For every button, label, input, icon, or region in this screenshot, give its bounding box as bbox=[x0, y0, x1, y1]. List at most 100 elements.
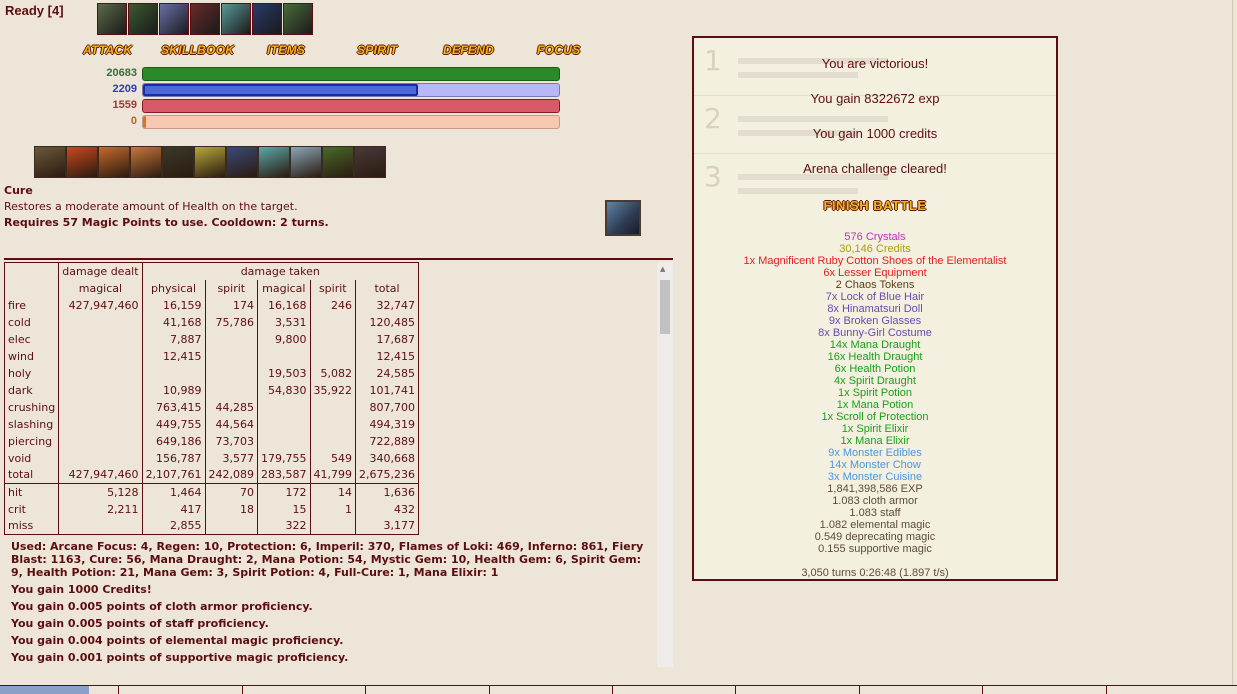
battle-log-used: Used: Arcane Focus: 4, Regen: 10, Protec… bbox=[11, 540, 644, 579]
table-cell: 2,211 bbox=[58, 500, 143, 518]
scroll-up-icon[interactable]: ▲ bbox=[660, 265, 665, 273]
skill-11-icon[interactable] bbox=[354, 146, 386, 178]
skill-8-icon[interactable] bbox=[258, 146, 290, 178]
skill-7-icon[interactable] bbox=[226, 146, 258, 178]
effect-6-icon[interactable] bbox=[252, 3, 282, 35]
log-line: You gain 0.005 points of staff proficien… bbox=[11, 617, 269, 630]
table-cell bbox=[58, 330, 143, 348]
skill-9-icon[interactable] bbox=[290, 146, 322, 178]
row-label: crit bbox=[3, 500, 59, 518]
table-cell: 649,186 bbox=[141, 432, 206, 450]
table-cell bbox=[257, 432, 311, 450]
loot-item: 0.155 supportive magic bbox=[818, 543, 932, 555]
finish-battle-button[interactable]: FINISH BATTLE bbox=[694, 198, 1056, 213]
skill-name: Cure bbox=[4, 184, 33, 197]
menu-items-button[interactable]: ITEMS bbox=[267, 43, 305, 57]
effect-4-icon[interactable] bbox=[190, 3, 220, 35]
table-cell: 41,799 bbox=[309, 466, 356, 484]
skill-5-icon[interactable] bbox=[162, 146, 194, 178]
table-cell: 70 bbox=[204, 483, 258, 501]
row-label: wind bbox=[3, 347, 59, 365]
row-label: piercing bbox=[3, 432, 59, 450]
loot-item: 3x Monster Cuisine bbox=[827, 471, 923, 483]
table-cell bbox=[309, 330, 356, 348]
table-row: piercing 649,186 73,703 722,889 bbox=[3, 432, 420, 450]
loot-item: 1x Spirit Potion bbox=[838, 387, 912, 399]
table-cell: 3,531 bbox=[257, 313, 311, 331]
skill-4-icon[interactable] bbox=[130, 146, 162, 178]
table-cell bbox=[257, 347, 311, 365]
menu-defend-button[interactable]: DEFEND bbox=[443, 43, 494, 57]
skill-description: Restores a moderate amount of Health on … bbox=[4, 200, 298, 213]
table-cell bbox=[58, 432, 143, 450]
skill-2-icon[interactable] bbox=[66, 146, 98, 178]
row-label: slashing bbox=[3, 415, 59, 433]
log-line: You gain 0.004 points of elemental magic… bbox=[11, 634, 344, 647]
bottom-tab[interactable] bbox=[0, 686, 89, 694]
table-cell: 15 bbox=[257, 500, 311, 518]
loot-item: 6x Lesser Equipment bbox=[823, 267, 927, 279]
row-label: dark bbox=[3, 381, 59, 399]
bottom-tab[interactable] bbox=[612, 686, 613, 694]
table-cell bbox=[58, 381, 143, 399]
table-row: void 156,787 3,577 179,755 549 340,668 bbox=[3, 449, 420, 467]
bottom-tab[interactable] bbox=[118, 686, 119, 694]
menu-attack-button[interactable]: ATTACK bbox=[83, 43, 132, 57]
skill-1-icon[interactable] bbox=[34, 146, 66, 178]
sub-header: total bbox=[355, 279, 420, 297]
table-cell: 807,700 bbox=[355, 398, 420, 416]
table-cell bbox=[257, 415, 311, 433]
row-label: fire bbox=[3, 296, 59, 314]
table-row: crit 2,211 417 18 15 1 432 bbox=[3, 500, 420, 518]
effect-2-icon[interactable] bbox=[128, 3, 158, 35]
loot-item: 1x Mana Elixir bbox=[840, 435, 910, 447]
loot-item: 0.549 deprecating magic bbox=[814, 531, 936, 543]
vital-bar-fill bbox=[143, 84, 418, 96]
table-row: cold 41,168 75,786 3,531 120,485 bbox=[3, 313, 420, 331]
loot-item: 1.083 staff bbox=[849, 507, 901, 519]
sub-header: spirit bbox=[309, 279, 356, 297]
menu-spirit-button[interactable]: SPIRIT bbox=[357, 43, 397, 57]
table-row: crushing 763,415 44,285 807,700 bbox=[3, 398, 420, 416]
loot-item: 1x Mana Potion bbox=[836, 399, 914, 411]
skill-6-icon[interactable] bbox=[194, 146, 226, 178]
table-cell: 246 bbox=[309, 296, 356, 314]
table-row: hit 5,128 1,464 70 172 14 1,636 bbox=[3, 483, 420, 501]
menu-skillbook-button[interactable]: SKILLBOOK bbox=[161, 43, 234, 57]
table-cell: 427,947,460 bbox=[58, 466, 143, 484]
effect-1-icon[interactable] bbox=[97, 3, 127, 35]
skill-10-icon[interactable] bbox=[322, 146, 354, 178]
bottom-tab[interactable] bbox=[1106, 686, 1107, 694]
table-cell bbox=[58, 347, 143, 365]
effect-7-icon[interactable] bbox=[283, 3, 313, 35]
table-cell: 19,503 bbox=[257, 364, 311, 382]
loot-item: 2 Chaos Tokens bbox=[835, 279, 915, 291]
sub-header: magical bbox=[257, 279, 311, 297]
menu-focus-button[interactable]: FOCUS bbox=[537, 43, 581, 57]
table-cell bbox=[309, 415, 356, 433]
bottom-tab[interactable] bbox=[859, 686, 860, 694]
row-label: holy bbox=[3, 364, 59, 382]
bottom-tab[interactable] bbox=[982, 686, 983, 694]
bottom-tab[interactable] bbox=[242, 686, 243, 694]
effect-3-icon[interactable] bbox=[159, 3, 189, 35]
log-line: You gain 0.001 points of supportive magi… bbox=[11, 651, 349, 664]
table-cell: 18 bbox=[204, 500, 258, 518]
loot-item: 1,841,398,586 EXP bbox=[827, 483, 923, 495]
loot-item: 16x Health Draught bbox=[827, 351, 923, 363]
skill-requirement: Requires 57 Magic Points to use. Cooldow… bbox=[4, 216, 329, 229]
bottom-tab[interactable] bbox=[735, 686, 736, 694]
table-cell: 73,703 bbox=[204, 432, 258, 450]
table-cell: 2,855 bbox=[141, 517, 206, 535]
bottom-tab[interactable] bbox=[365, 686, 366, 694]
skill-3-icon[interactable] bbox=[98, 146, 130, 178]
effect-5-icon[interactable] bbox=[221, 3, 251, 35]
row-label: void bbox=[3, 449, 59, 467]
bottom-tab[interactable] bbox=[489, 686, 490, 694]
selected-skill-icon[interactable] bbox=[605, 200, 641, 236]
vital-bar-fill bbox=[143, 116, 146, 128]
vital-value: 0 bbox=[130, 115, 137, 127]
table-cell: 156,787 bbox=[141, 449, 206, 467]
scrollbar-thumb[interactable] bbox=[660, 280, 670, 334]
table-row: miss 2,855 322 3,177 bbox=[3, 517, 420, 535]
